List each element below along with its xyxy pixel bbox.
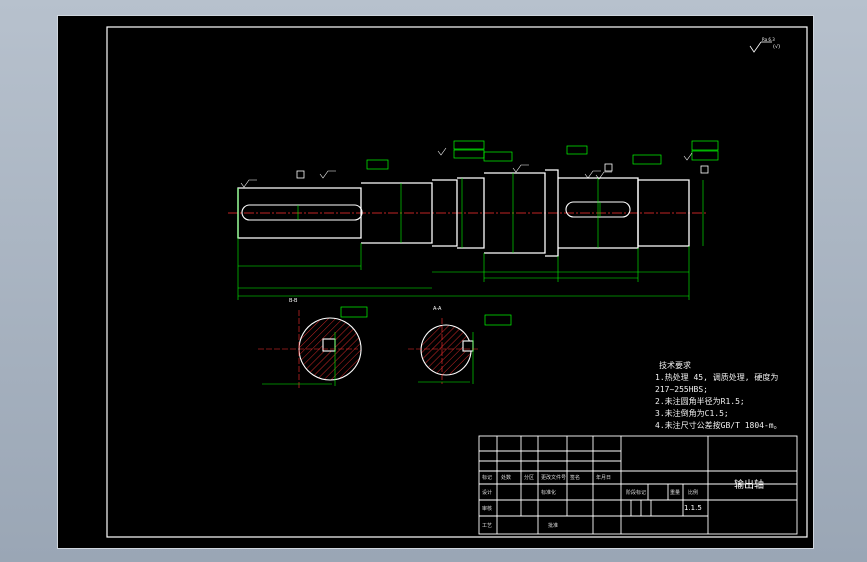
tb-cell: 比例	[688, 490, 699, 496]
tb-cell: 标记	[482, 475, 493, 481]
tb-cell: 工艺	[482, 523, 493, 529]
tb-cell: 设计	[482, 490, 493, 496]
part-name: 输出轴	[734, 480, 764, 491]
note-line: 2.未注圆角半径为R1.5;	[655, 397, 745, 406]
section-label-b: B-B	[289, 298, 298, 304]
note-line: 3.未注倒角为C1.5;	[655, 409, 729, 418]
technical-notes: 技术要求 1.热处理 45, 调质处理, 硬度为 217~255HBS; 2.未…	[655, 360, 782, 432]
tb-cell: 更改文件号	[541, 475, 567, 481]
tb-cell: 阶段标记	[626, 490, 647, 496]
section-view-b: B-B	[258, 298, 362, 388]
svg-text:(√): (√)	[773, 44, 780, 50]
drawing-frame	[106, 26, 808, 538]
drawing-sheet: Ra 6.3 (√) B-B A-A 技术要求 1.热处理 45, 调质处理, …	[57, 15, 814, 549]
keyway-left	[241, 204, 363, 221]
tb-cell: 标准化	[541, 490, 557, 496]
tb-cell: 重量	[670, 490, 681, 496]
section-label-a: A-A	[433, 306, 442, 312]
note-line: 1.热处理 45, 调质处理, 硬度为	[655, 373, 779, 382]
tb-cell: 批准	[548, 523, 559, 529]
tb-cell: 签名	[570, 475, 581, 481]
tb-cell: 审核	[482, 506, 493, 512]
datum-markers	[296, 163, 709, 179]
tb-cell: 年月日	[596, 475, 612, 481]
tb-cell: 处数	[501, 475, 512, 481]
svg-text:Ra 6.3: Ra 6.3	[762, 37, 775, 42]
note-line: 4.未注尺寸公差按GB/T 1804-m。	[655, 421, 782, 430]
tolerance-frames	[340, 140, 719, 326]
roughness-symbol-general: Ra 6.3 (√)	[749, 37, 780, 53]
drawing-canvas: Ra 6.3 (√) B-B A-A	[106, 26, 808, 538]
note-line: 217~255HBS;	[655, 385, 708, 394]
tb-cell: 分区	[524, 475, 535, 481]
roughness-symbols	[240, 147, 693, 188]
notes-title: 技术要求	[659, 361, 691, 370]
section-view-a: A-A	[408, 306, 478, 384]
cad-viewport[interactable]: Ra 6.3 (√) B-B A-A 技术要求 1.热处理 45, 调质处理, …	[0, 0, 867, 562]
dimension-lines	[237, 173, 704, 300]
drawing-number: 1.1.5	[684, 504, 702, 512]
